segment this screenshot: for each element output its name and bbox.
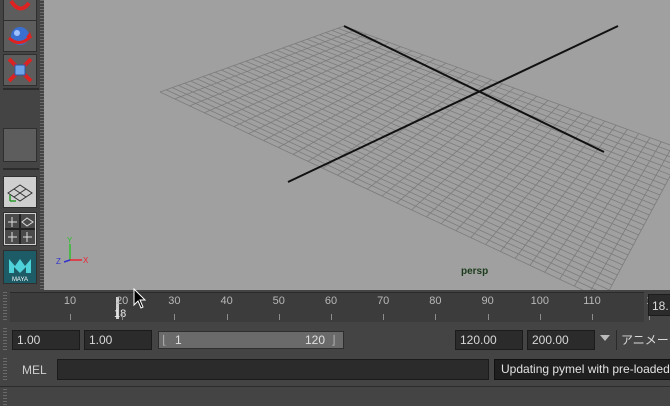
range-right-handle[interactable]: ⌋	[331, 333, 336, 347]
command-line-grip[interactable]	[3, 358, 7, 382]
range-slider[interactable]: ⌊ 1 120 ⌋	[158, 331, 344, 349]
axis-z-label: Z	[56, 257, 61, 266]
time-tick-label: 40	[220, 295, 233, 307]
scale-tool-button[interactable]	[3, 20, 37, 52]
mouse-cursor-icon	[133, 288, 147, 309]
grid-line	[239, 63, 639, 236]
chevron-down-icon[interactable]	[600, 335, 610, 341]
time-tick-label: 20	[116, 295, 129, 307]
time-tick	[226, 314, 228, 320]
time-tick-label: 60	[324, 295, 338, 307]
script-language-toggle[interactable]: MEL	[12, 360, 52, 380]
time-slider-track[interactable]: 18 1020304050607080901001101	[10, 292, 652, 322]
grid-line	[165, 89, 597, 290]
time-tick	[487, 314, 489, 320]
range-bar-grip[interactable]	[3, 328, 7, 352]
perspective-viewport[interactable]: Y X Z persp	[44, 0, 670, 290]
help-line-grip[interactable]	[3, 389, 7, 405]
time-tick	[70, 314, 71, 320]
range-slider-bar: 1.00 1.00 ⌊ 1 120 ⌋ 120.00 200.00 アニメーシ	[0, 326, 670, 354]
four-view-layout-button[interactable]	[3, 212, 37, 246]
maya-logo-icon: MAYA	[4, 251, 36, 283]
time-tick-label: 110	[583, 295, 601, 307]
toolbox-divider	[3, 168, 39, 170]
grid-line	[215, 71, 629, 256]
axis-indicator: Y X Z	[56, 236, 89, 266]
grid-line	[159, 91, 584, 290]
ground-grid	[159, 25, 670, 290]
command-input[interactable]	[57, 359, 489, 380]
time-tick	[331, 314, 332, 320]
empty-tool-slot[interactable]	[3, 128, 37, 162]
help-line	[0, 386, 670, 406]
command-line: MEL Updating pymel with pre-loaded	[0, 356, 670, 384]
last-tool-button[interactable]	[3, 54, 37, 86]
four-view-icon	[5, 214, 35, 244]
time-tick-label: 50	[272, 295, 285, 307]
time-tick-label: 100	[530, 295, 549, 307]
grid-line	[559, 137, 651, 280]
end-time-field[interactable]: 200.00	[527, 330, 595, 350]
time-tick	[122, 314, 124, 320]
camera-label: persp	[461, 266, 489, 277]
grid-line	[396, 91, 526, 204]
grid-line	[221, 69, 631, 251]
grid-line	[245, 60, 642, 231]
time-tick	[383, 314, 385, 320]
time-tick-label: 70	[377, 295, 390, 307]
cube-scale-icon	[7, 57, 33, 83]
maya-logo-text: MAYA	[12, 277, 28, 283]
command-result: Updating pymel with pre-loaded	[494, 359, 670, 380]
start-time-field[interactable]: 1.00	[12, 330, 80, 350]
animation-prefs-button[interactable]: アニメーシ	[616, 330, 670, 350]
time-tick-label: 80	[429, 295, 442, 307]
grid-line	[319, 34, 670, 170]
time-tick	[435, 314, 437, 320]
grid-line	[426, 100, 549, 218]
time-tick	[174, 314, 176, 320]
grid-line	[325, 32, 670, 164]
single-perspective-layout-button[interactable]	[3, 176, 37, 208]
range-start-label: 1	[175, 333, 182, 347]
axis-y-label: Y	[67, 236, 73, 245]
time-tick-label: 30	[168, 295, 181, 307]
current-frame-field[interactable]: 18.	[648, 294, 670, 316]
time-tick-label: 10	[63, 295, 77, 307]
time-tick	[278, 314, 280, 320]
time-tick	[539, 314, 541, 320]
time-slider-grip[interactable]	[3, 292, 7, 322]
playback-end-field[interactable]: 120.00	[455, 330, 523, 350]
maya-logo[interactable]: MAYA	[3, 250, 37, 284]
grid-line	[233, 65, 637, 241]
grid-line	[178, 85, 613, 286]
playback-start-field[interactable]: 1.00	[84, 330, 152, 350]
current-frame-label: 18	[114, 308, 127, 320]
sphere-rotate-icon	[7, 27, 33, 45]
rotate-tool-button[interactable]	[3, 0, 37, 22]
rotate-arrow-icon	[9, 0, 31, 11]
grid-line	[590, 149, 670, 290]
grid-line	[485, 116, 594, 245]
toolbox-divider	[3, 88, 39, 90]
axis-x-label: X	[83, 256, 89, 265]
range-left-handle[interactable]: ⌊	[162, 333, 167, 347]
toolbox: MAYA	[0, 0, 44, 290]
grid-line	[184, 82, 615, 281]
time-tick-label: 90	[481, 295, 494, 307]
time-tick	[592, 314, 593, 320]
time-slider: 18 1020304050607080901001101 18.	[0, 290, 670, 324]
range-end-label: 120	[305, 333, 326, 347]
perspective-grid-icon	[7, 184, 33, 202]
